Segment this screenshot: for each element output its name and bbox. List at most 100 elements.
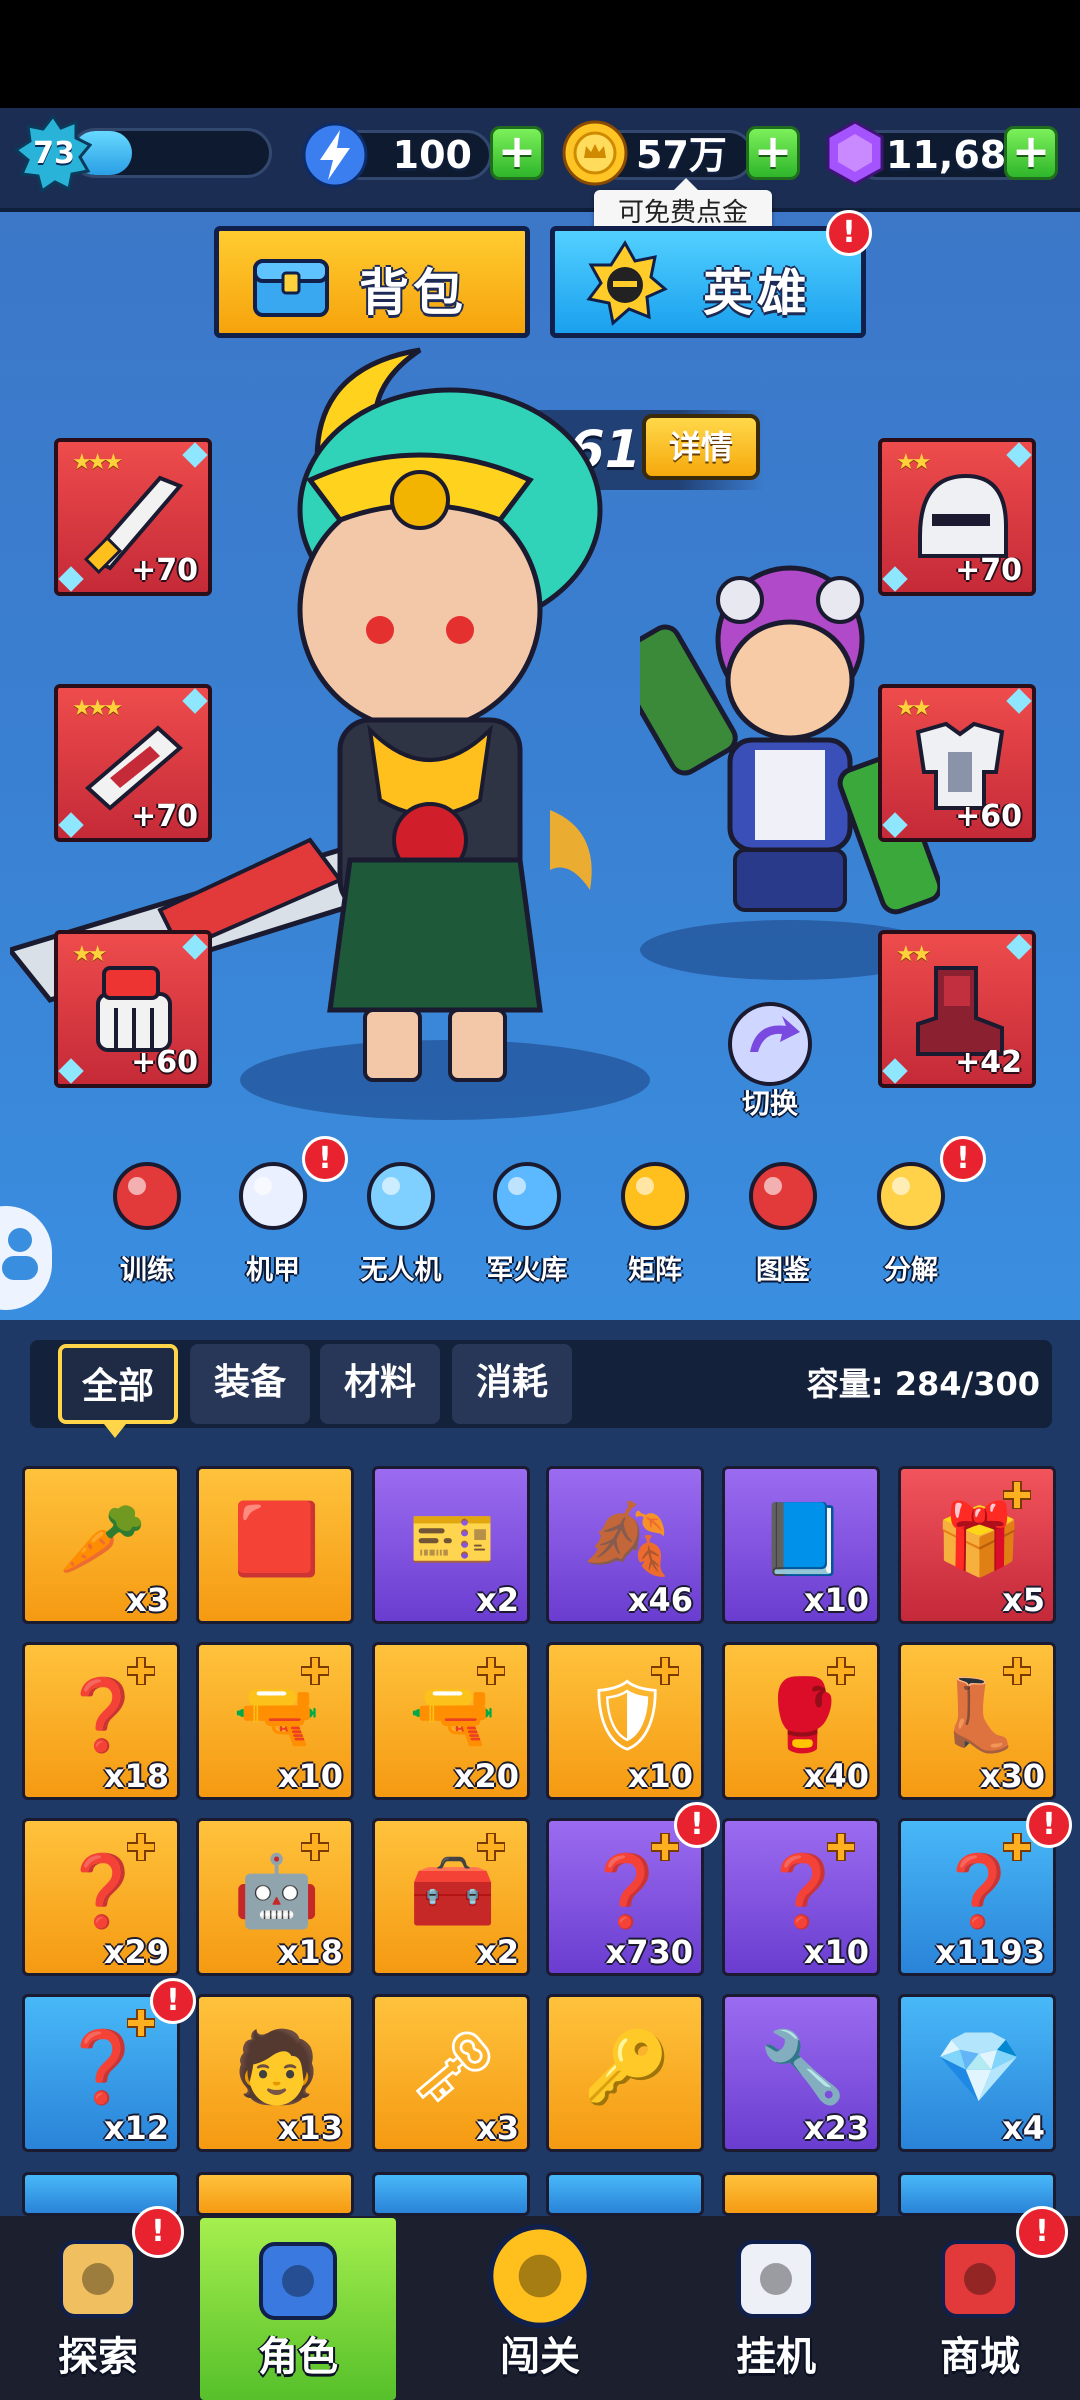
blue-gem-icon: 💎 xyxy=(935,2026,1023,2108)
item-quantity: x18 xyxy=(277,1933,343,1971)
person-icon xyxy=(2,1228,38,1280)
inventory-item[interactable]: 🔫 x10 xyxy=(196,1642,354,1800)
shield-profile-icon xyxy=(259,2242,337,2320)
inventory-item[interactable]: 📘 x10 xyxy=(722,1466,880,1624)
corner-gem-icon xyxy=(1006,442,1032,468)
equip-slot-helmet[interactable]: ★★ +70 xyxy=(878,438,1036,596)
nav-gamepad[interactable]: 挂机 xyxy=(676,2216,876,2400)
inventory-item[interactable]: 🤖 x18 xyxy=(196,1818,354,1976)
details-button[interactable]: 详情 xyxy=(642,414,760,480)
inventory-item[interactable]: 🔧 x23 xyxy=(722,1994,880,2152)
item-quantity: x730 xyxy=(605,1933,693,1971)
inventory-item[interactable]: 🎫 x2 xyxy=(372,1466,530,1624)
upgrade-plus-icon xyxy=(1003,1833,1031,1861)
nav-label: 探索 xyxy=(58,2334,138,2380)
equip-slot-blade[interactable]: ★★★ +70 xyxy=(54,684,212,842)
function-label: 军火库 xyxy=(486,1255,568,1286)
corner-gem-icon xyxy=(182,442,208,468)
add-energy-button[interactable]: + xyxy=(490,126,544,180)
corner-gem-icon xyxy=(1006,934,1032,960)
nav-badge: ! xyxy=(1016,2206,1068,2258)
filter-tab-2[interactable]: 材料 xyxy=(320,1344,440,1424)
inventory-item[interactable]: 🍂 x46 xyxy=(546,1466,704,1624)
shuriken-icon xyxy=(621,1162,689,1230)
upgrade-plus-icon xyxy=(127,2009,155,2037)
item-quantity: x1193 xyxy=(935,1933,1045,1971)
inventory-item[interactable]: ❓ x18 xyxy=(22,1642,180,1800)
item-quantity: x10 xyxy=(803,1581,869,1619)
inventory-item[interactable]: 🧑 x13 xyxy=(196,1994,354,2152)
corner-gem-icon xyxy=(882,1058,908,1084)
function-drone[interactable]: 无人机 xyxy=(346,1152,456,1292)
inventory-item-partial[interactable] xyxy=(722,2172,880,2216)
inventory-item-partial[interactable] xyxy=(196,2172,354,2216)
nav-badge: ! xyxy=(132,2206,184,2258)
add-gold-button[interactable]: + xyxy=(746,126,800,180)
equip-slot-weapon[interactable]: ★★★ +70 xyxy=(54,438,212,596)
item-quantity: x2 xyxy=(476,1581,519,1619)
function-missile[interactable]: 军火库 xyxy=(472,1152,582,1292)
gamepad-icon xyxy=(737,2240,815,2318)
nav-shield-profile[interactable]: 角色 xyxy=(200,2218,396,2400)
inventory-item[interactable]: 🧰 x2 xyxy=(372,1818,530,1976)
upgrade-plus-icon xyxy=(301,1833,329,1861)
inventory-item[interactable]: ❓ x29 xyxy=(22,1818,180,1976)
inventory-item[interactable]: 🎁 x5 xyxy=(898,1466,1056,1624)
player-level: 73 xyxy=(33,136,75,171)
tab-bag[interactable]: 背包 xyxy=(214,226,530,338)
filter-tab-1[interactable]: 装备 xyxy=(190,1344,310,1424)
shop-icon xyxy=(941,2240,1019,2318)
level-progress-bar xyxy=(70,128,272,178)
drone-icon xyxy=(367,1162,435,1230)
corner-gem-icon xyxy=(58,1058,84,1084)
inventory-item[interactable]: 🟥 xyxy=(196,1466,354,1624)
inventory-item[interactable]: 🔫 x20 xyxy=(372,1642,530,1800)
filter-tab-0[interactable]: 全部 xyxy=(58,1344,178,1424)
inventory-item[interactable]: 🛡 x10 xyxy=(546,1642,704,1800)
upgrade-plus-icon xyxy=(827,1833,855,1861)
inventory-capacity: 容量: 284/300 xyxy=(806,1365,1040,1403)
function-label: 矩阵 xyxy=(628,1255,682,1286)
inventory-item[interactable]: 🥕 x3 xyxy=(22,1466,180,1624)
lightning-icon xyxy=(302,122,368,188)
gold-value: 57万 xyxy=(636,133,727,177)
inventory-item[interactable]: ❓ x10 xyxy=(722,1818,880,1976)
inventory-item-partial[interactable] xyxy=(372,2172,530,2216)
function-book[interactable]: 图鉴 xyxy=(728,1152,838,1292)
function-badge: ! xyxy=(302,1136,348,1182)
gem-value: 11,687 xyxy=(886,133,1033,177)
item-badge: ! xyxy=(1026,1802,1072,1848)
inventory-item[interactable]: 💎 x4 xyxy=(898,1994,1056,2152)
equip-level: +60 xyxy=(131,1045,198,1080)
corner-gem-icon xyxy=(182,934,208,960)
item-quantity: x5 xyxy=(1002,1581,1045,1619)
switch-button[interactable]: 切换 xyxy=(720,1000,820,1120)
switch-icon xyxy=(728,1002,812,1086)
map-icon xyxy=(59,2240,137,2318)
inventory-item[interactable]: 🔑 xyxy=(546,1994,704,2152)
ginkgo-leaf-icon: 🍂 xyxy=(583,1498,671,1580)
hero-tab-badge: ! xyxy=(826,210,872,256)
equip-slot-boots[interactable]: ★★ +42 xyxy=(878,930,1036,1088)
item-quantity: x3 xyxy=(126,1581,169,1619)
missile-icon xyxy=(493,1162,561,1230)
nav-label: 商城 xyxy=(940,2334,1020,2380)
add-gem-button[interactable]: + xyxy=(1004,126,1058,180)
upgrade-plus-icon xyxy=(827,1657,855,1685)
nav-battle-emblem[interactable]: 闯关 xyxy=(420,2216,660,2400)
filter-tab-3[interactable]: 消耗 xyxy=(452,1344,572,1424)
equip-slot-armor[interactable]: ★★ +60 xyxy=(878,684,1036,842)
function-label: 分解 xyxy=(884,1255,938,1286)
nav-label: 闯关 xyxy=(500,2334,580,2380)
item-quantity: x10 xyxy=(627,1757,693,1795)
function-boxing-glove[interactable]: 训练 xyxy=(92,1152,202,1292)
inventory-item[interactable]: 🗝 x3 xyxy=(372,1994,530,2152)
inventory-item[interactable]: 🥊 x40 xyxy=(722,1642,880,1800)
inventory-item[interactable]: 👢 x30 xyxy=(898,1642,1056,1800)
inventory-item-partial[interactable] xyxy=(546,2172,704,2216)
equip-slot-gauntlet[interactable]: ★★ +60 xyxy=(54,930,212,1088)
upgrade-plus-icon xyxy=(1003,1481,1031,1509)
tab-hero[interactable]: 英雄 xyxy=(550,226,866,338)
function-shuriken[interactable]: 矩阵 xyxy=(600,1152,710,1292)
gold-key-icon: 🗝 xyxy=(408,2026,498,2108)
